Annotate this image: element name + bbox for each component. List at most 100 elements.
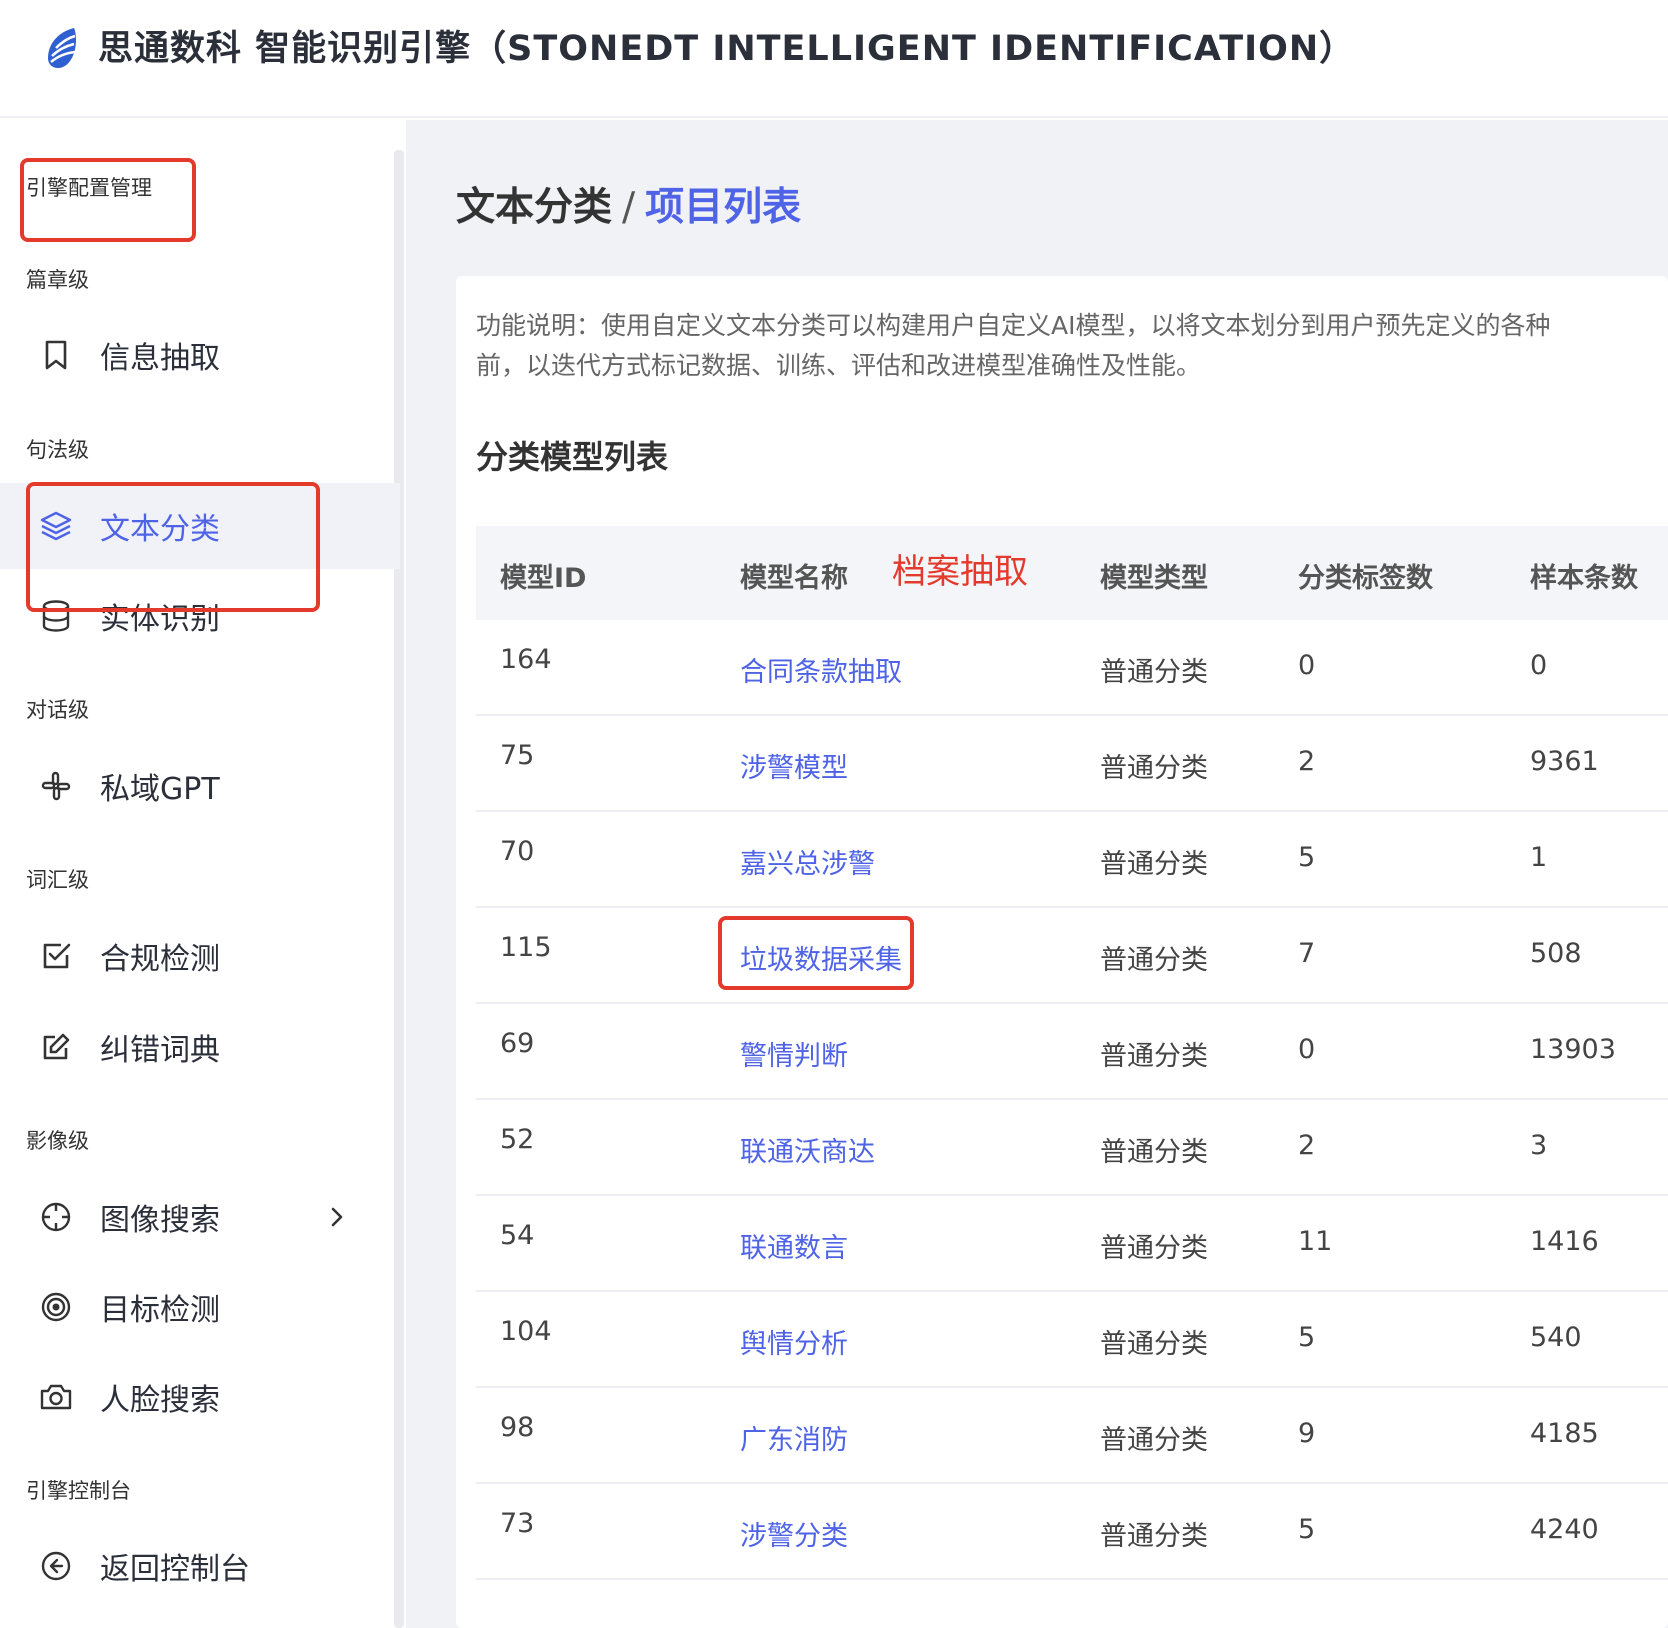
cell-model-name[interactable]: 嘉兴总涉警 bbox=[740, 842, 875, 881]
main-content: 文本分类 / 项目列表 功能说明：使用自定义文本分类可以构建用户自定义AI模型，以将… bbox=[406, 120, 1668, 1628]
target-icon bbox=[38, 1289, 74, 1325]
cell-sample-count: 13903 bbox=[1530, 1034, 1616, 1065]
sidebar-item-label: 目标检测 bbox=[100, 1293, 220, 1328]
cell-label-count: 9 bbox=[1298, 1418, 1316, 1449]
cell-model-type: 普通分类 bbox=[1100, 1041, 1208, 1072]
table-row: 164 合同条款抽取 普通分类 0 0 bbox=[476, 620, 1668, 716]
cell-label-count: 5 bbox=[1298, 1322, 1316, 1353]
group-title-console: 引擎控制台 bbox=[26, 1479, 131, 1503]
cell-label-count: 11 bbox=[1298, 1226, 1333, 1257]
sidebar-item-object-detection[interactable]: 目标检测 bbox=[0, 1264, 400, 1350]
cell-model-name[interactable]: 联通沃商达 bbox=[740, 1130, 875, 1169]
breadcrumb-separator: / bbox=[622, 185, 636, 230]
cell-sample-count: 4240 bbox=[1530, 1514, 1599, 1545]
sidebar-item-private-gpt[interactable]: 私域GPT bbox=[0, 743, 400, 829]
app-logo-icon bbox=[48, 28, 76, 68]
camera-icon bbox=[38, 1379, 74, 1415]
cell-model-type: 普通分类 bbox=[1100, 753, 1208, 784]
annotation-highlight-box bbox=[20, 158, 196, 242]
cell-model-name[interactable]: 联通数言 bbox=[740, 1226, 848, 1265]
cell-model-type: 普通分类 bbox=[1100, 945, 1208, 976]
sidebar-item-label: 信息抽取 bbox=[100, 341, 220, 376]
table-row: 70 嘉兴总涉警 普通分类 5 1 bbox=[476, 812, 1668, 908]
top-header: 思通数科 智能识别引擎（STONEDT INTELLIGENT IDENTIFI… bbox=[0, 0, 1668, 118]
breadcrumb-current: 项目列表 bbox=[645, 185, 802, 230]
cell-sample-count: 1416 bbox=[1530, 1226, 1599, 1257]
feature-description: 功能说明：使用自定义文本分类可以构建用户自定义AI模型，以将文本划分到用户预先定… bbox=[476, 306, 1668, 386]
check-square-icon bbox=[38, 938, 74, 974]
cell-label-count: 0 bbox=[1298, 650, 1316, 681]
slack-icon bbox=[38, 768, 74, 804]
group-title-chapter: 篇章级 bbox=[26, 268, 89, 292]
cell-model-name[interactable]: 合同条款抽取 bbox=[740, 650, 902, 689]
sidebar-item-info-extraction[interactable]: 信息抽取 bbox=[0, 312, 400, 398]
content-card: 功能说明：使用自定义文本分类可以构建用户自定义AI模型，以将文本划分到用户预先定… bbox=[456, 276, 1668, 1628]
group-title-vocabulary: 词汇级 bbox=[26, 868, 89, 892]
cell-sample-count: 9361 bbox=[1530, 746, 1599, 777]
column-header-label-count: 分类标签数 bbox=[1298, 563, 1433, 594]
description-line: 功能说明：使用自定义文本分类可以构建用户自定义AI模型，以将文本划分到用户预先定… bbox=[476, 311, 1551, 340]
cell-sample-count: 3 bbox=[1530, 1130, 1548, 1161]
column-header-type: 模型类型 bbox=[1100, 563, 1208, 594]
table-row: 54 联通数言 普通分类 11 1416 bbox=[476, 1196, 1668, 1292]
cell-model-id: 70 bbox=[500, 836, 535, 867]
cell-model-id: 115 bbox=[500, 932, 552, 963]
cell-label-count: 2 bbox=[1298, 1130, 1316, 1161]
sidebar-item-face-search[interactable]: 人脸搜索 bbox=[0, 1354, 400, 1440]
cell-model-id: 73 bbox=[500, 1508, 535, 1539]
table-row: 75 涉警模型 普通分类 2 9361 bbox=[476, 716, 1668, 812]
sidebar-item-label: 返回控制台 bbox=[100, 1552, 250, 1587]
cell-model-id: 75 bbox=[500, 740, 535, 771]
cell-model-id: 164 bbox=[500, 644, 552, 675]
cell-label-count: 2 bbox=[1298, 746, 1316, 777]
cell-model-type: 普通分类 bbox=[1100, 1137, 1208, 1168]
cell-model-id: 98 bbox=[500, 1412, 535, 1443]
annotation-highlight-box bbox=[718, 916, 914, 990]
column-header-sample-count: 样本条数 bbox=[1530, 563, 1638, 594]
group-title-syntax: 句法级 bbox=[26, 438, 89, 462]
table-header: 模型ID 模型名称 模型类型 分类标签数 样本条数 档案抽取 bbox=[476, 526, 1668, 620]
bookmark-icon bbox=[38, 337, 74, 373]
cell-sample-count: 1 bbox=[1530, 842, 1548, 873]
sidebar-item-label: 纠错词典 bbox=[100, 1033, 220, 1068]
cell-model-type: 普通分类 bbox=[1100, 1329, 1208, 1360]
column-header-name: 模型名称 bbox=[740, 563, 848, 594]
cell-label-count: 5 bbox=[1298, 1514, 1316, 1545]
cell-model-name[interactable]: 涉警模型 bbox=[740, 746, 848, 785]
cell-model-name[interactable]: 广东消防 bbox=[740, 1418, 848, 1457]
sidebar-item-image-search[interactable]: 图像搜索 bbox=[0, 1174, 400, 1260]
breadcrumb-parent[interactable]: 文本分类 bbox=[456, 185, 612, 230]
group-title-dialog: 对话级 bbox=[26, 698, 89, 722]
cell-model-name[interactable]: 警情判断 bbox=[740, 1034, 848, 1073]
chevron-right-icon[interactable] bbox=[322, 1202, 352, 1232]
crosshair-icon bbox=[38, 1199, 74, 1235]
table-row: 73 涉警分类 普通分类 5 4240 bbox=[476, 1484, 1668, 1580]
table-row: 52 联通沃商达 普通分类 2 3 bbox=[476, 1100, 1668, 1196]
cell-model-id: 69 bbox=[500, 1028, 535, 1059]
cell-model-id: 54 bbox=[500, 1220, 535, 1251]
annotation-highlight-box bbox=[26, 482, 320, 612]
cell-model-type: 普通分类 bbox=[1100, 849, 1208, 880]
app-title: 思通数科 智能识别引擎（STONEDT INTELLIGENT IDENTIFI… bbox=[98, 29, 1356, 69]
group-title-image: 影像级 bbox=[26, 1129, 89, 1153]
edit-icon bbox=[38, 1029, 74, 1065]
cell-model-name[interactable]: 涉警分类 bbox=[740, 1514, 848, 1553]
cell-label-count: 0 bbox=[1298, 1034, 1316, 1065]
cell-model-type: 普通分类 bbox=[1100, 1233, 1208, 1264]
table-row: 69 警情判断 普通分类 0 13903 bbox=[476, 1004, 1668, 1100]
table-row: 98 广东消防 普通分类 9 4185 bbox=[476, 1388, 1668, 1484]
cell-sample-count: 0 bbox=[1530, 650, 1548, 681]
cell-model-name[interactable]: 舆情分析 bbox=[740, 1322, 848, 1361]
cell-sample-count: 4185 bbox=[1530, 1418, 1599, 1449]
cell-label-count: 7 bbox=[1298, 938, 1316, 969]
cell-model-type: 普通分类 bbox=[1100, 1425, 1208, 1456]
description-line: 前，以迭代方式标记数据、训练、评估和改进模型准确性及性能。 bbox=[476, 351, 1202, 380]
sidebar-item-compliance-check[interactable]: 合规检测 bbox=[0, 913, 400, 999]
cell-model-id: 52 bbox=[500, 1124, 535, 1155]
cell-model-type: 普通分类 bbox=[1100, 1521, 1208, 1552]
sidebar-item-correction-dictionary[interactable]: 纠错词典 bbox=[0, 1004, 400, 1090]
cell-model-id: 104 bbox=[500, 1316, 552, 1347]
sidebar-item-back-to-console[interactable]: 返回控制台 bbox=[0, 1523, 400, 1609]
cell-label-count: 5 bbox=[1298, 842, 1316, 873]
breadcrumb: 文本分类 / 项目列表 bbox=[456, 176, 801, 232]
